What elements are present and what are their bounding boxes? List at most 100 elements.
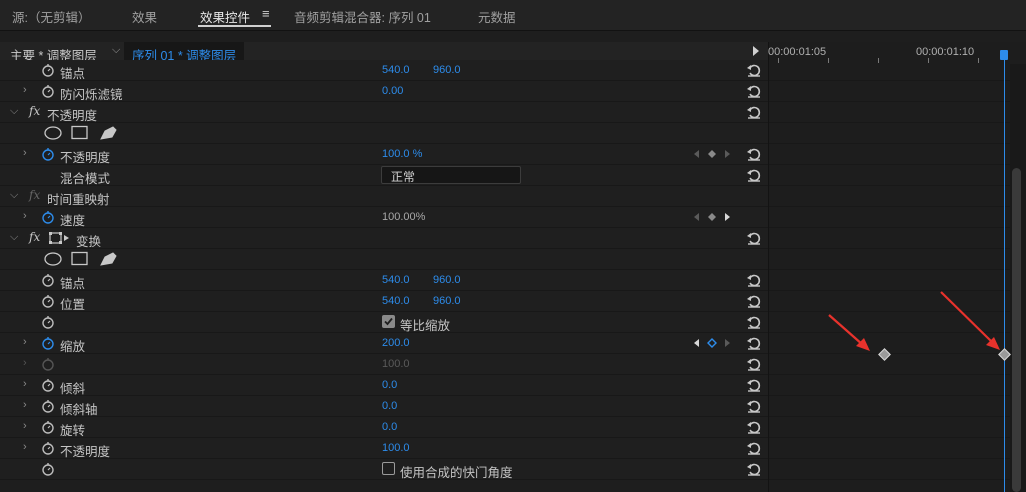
- fx-icon[interactable]: fx: [29, 104, 40, 118]
- property-row-skew-axis: › 倾斜轴 0.0: [0, 396, 1010, 417]
- property-label: 缩放: [60, 340, 86, 354]
- playhead-line[interactable]: [1004, 50, 1005, 492]
- chevron-right-icon[interactable]: ›: [23, 420, 27, 432]
- anchor-x-value[interactable]: 540.0: [382, 64, 410, 76]
- tab-source[interactable]: 源:（无剪辑）: [12, 7, 90, 26]
- anchor-x-value[interactable]: 540.0: [382, 274, 410, 286]
- property-row-anchor: 锚点 540.0 960.0: [0, 60, 1010, 81]
- property-row-skew: › 倾斜 0.0: [0, 375, 1010, 396]
- reset-icon[interactable]: [746, 356, 762, 372]
- transform-opacity-value[interactable]: 100.0: [382, 442, 410, 454]
- play-triangle-icon[interactable]: [753, 46, 759, 56]
- chevron-right-icon[interactable]: ›: [23, 378, 27, 390]
- chevron-down-icon[interactable]: ⌵: [10, 189, 18, 202]
- reset-icon[interactable]: [746, 104, 762, 120]
- antiflicker-value[interactable]: 0.00: [382, 85, 403, 97]
- tab-metadata[interactable]: 元数据: [478, 7, 516, 26]
- reset-icon[interactable]: [746, 398, 762, 414]
- property-label: 位置: [60, 298, 86, 312]
- chevron-right-icon[interactable]: ›: [23, 441, 27, 453]
- reset-icon[interactable]: [746, 83, 762, 99]
- property-label: 锚点: [60, 277, 86, 291]
- keyframe-navigator[interactable]: [692, 211, 736, 223]
- hamburger-menu-icon[interactable]: ≡: [262, 6, 270, 21]
- composition-shutter-checkbox[interactable]: [382, 462, 395, 475]
- skew-axis-value[interactable]: 0.0: [382, 400, 397, 412]
- property-label: 速度: [60, 214, 86, 228]
- property-row-antiflicker: › 防闪烁滤镜 0.00: [0, 81, 1010, 102]
- reset-icon[interactable]: [746, 440, 762, 456]
- reset-icon[interactable]: [746, 293, 762, 309]
- reset-icon[interactable]: [746, 377, 762, 393]
- mask-tools-row: [0, 249, 1010, 270]
- chevron-right-icon[interactable]: ›: [23, 84, 27, 96]
- effect-label: 变换: [76, 235, 102, 249]
- chevron-down-icon[interactable]: ⌵: [10, 231, 18, 244]
- property-label: 倾斜轴: [60, 403, 98, 417]
- opacity-value[interactable]: 100.0 %: [382, 148, 422, 160]
- tab-effect-controls[interactable]: 效果控件: [200, 7, 250, 26]
- chevron-right-icon[interactable]: ›: [23, 357, 27, 369]
- checkmark-icon: [384, 317, 393, 326]
- stopwatch-icon[interactable]: [41, 441, 55, 455]
- speed-value[interactable]: 100.00%: [382, 211, 425, 223]
- timecode-label: 00:00:01:05: [768, 46, 827, 58]
- uniform-scale-checkbox[interactable]: [382, 315, 395, 328]
- mask-shapes: [44, 125, 117, 140]
- stopwatch-icon[interactable]: [41, 462, 55, 476]
- chevron-down-icon[interactable]: ⌵: [112, 44, 120, 57]
- chevron-right-icon[interactable]: ›: [23, 147, 27, 159]
- keyframe-navigator[interactable]: [692, 148, 736, 160]
- blend-mode-select[interactable]: 正常 ⌵: [381, 166, 521, 184]
- playhead-handle[interactable]: [1000, 50, 1008, 60]
- property-row-scale: › 缩放 200.0: [0, 333, 1010, 354]
- stopwatch-icon[interactable]: [41, 273, 55, 287]
- reset-icon[interactable]: [746, 461, 762, 477]
- chevron-down-icon[interactable]: ⌵: [10, 105, 18, 118]
- stopwatch-icon[interactable]: [41, 63, 55, 77]
- reset-icon[interactable]: [746, 167, 762, 183]
- reset-icon[interactable]: [746, 146, 762, 162]
- property-label: 混合模式: [60, 172, 111, 186]
- property-row-shutter-angle: 使用合成的快门角度: [0, 459, 1010, 480]
- reset-icon[interactable]: [746, 272, 762, 288]
- fx-icon[interactable]: fx: [29, 230, 40, 244]
- stopwatch-active-icon[interactable]: [41, 336, 55, 350]
- stopwatch-icon[interactable]: [41, 420, 55, 434]
- effect-header-opacity: ⌵ fx 不透明度: [0, 102, 1010, 123]
- chevron-right-icon[interactable]: ›: [23, 210, 27, 222]
- stopwatch-icon[interactable]: [41, 378, 55, 392]
- chevron-right-icon[interactable]: ›: [23, 399, 27, 411]
- scale-value[interactable]: 200.0: [382, 337, 410, 349]
- scale-width-value: 100.0: [382, 358, 410, 370]
- reset-icon[interactable]: [746, 335, 762, 351]
- skew-value[interactable]: 0.0: [382, 379, 397, 391]
- fx-icon[interactable]: fx: [29, 188, 40, 202]
- anchor-y-value[interactable]: 960.0: [433, 64, 461, 76]
- stopwatch-icon[interactable]: [41, 294, 55, 308]
- property-label: 锚点: [60, 67, 86, 81]
- anchor-y-value[interactable]: 960.0: [433, 274, 461, 286]
- scrollbar-thumb[interactable]: [1012, 168, 1021, 492]
- position-x-value[interactable]: 540.0: [382, 295, 410, 307]
- tab-effects[interactable]: 效果: [132, 7, 157, 26]
- reset-icon[interactable]: [746, 314, 762, 330]
- stopwatch-icon[interactable]: [41, 84, 55, 98]
- stopwatch-icon[interactable]: [41, 315, 55, 329]
- property-label: 倾斜: [60, 382, 86, 396]
- stopwatch-active-icon[interactable]: [41, 210, 55, 224]
- keyframe-navigator[interactable]: [692, 337, 736, 349]
- reset-icon[interactable]: [746, 419, 762, 435]
- position-y-value[interactable]: 960.0: [433, 295, 461, 307]
- checkbox-label: 等比缩放: [400, 319, 451, 333]
- stopwatch-active-icon[interactable]: [41, 147, 55, 161]
- rotation-value[interactable]: 0.0: [382, 421, 397, 433]
- stopwatch-icon[interactable]: [41, 399, 55, 413]
- transform-handle-icon: [49, 232, 69, 244]
- reset-icon[interactable]: [746, 62, 762, 78]
- reset-icon[interactable]: [746, 230, 762, 246]
- tab-audio-clip-mixer[interactable]: 音频剪辑混合器: 序列 01: [294, 7, 431, 26]
- timecode-label: 00:00:01:10: [916, 46, 975, 58]
- chevron-right-icon[interactable]: ›: [23, 336, 27, 348]
- chevron-down-icon: ⌵: [391, 167, 399, 178]
